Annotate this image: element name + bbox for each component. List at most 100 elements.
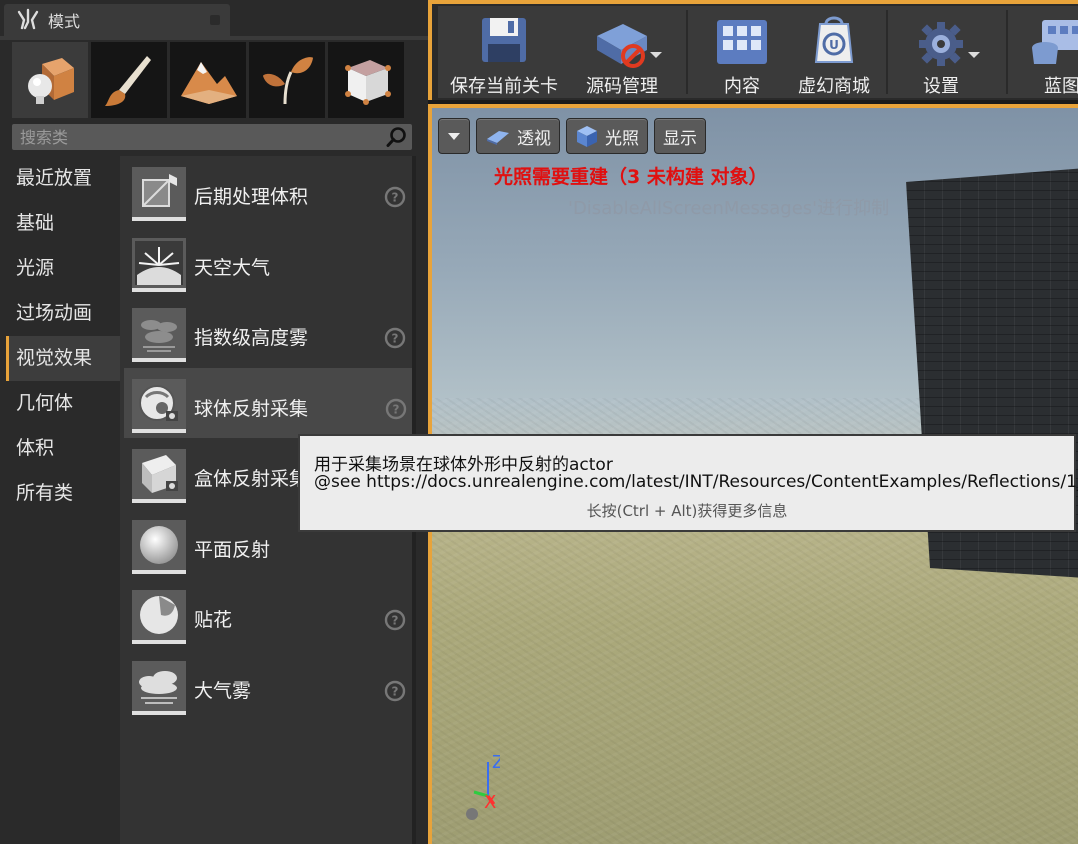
lighting-mode-button[interactable]: 光照: [566, 118, 648, 154]
modes-panel: 模式 搜索类 最近放置 基础 光源 过场动画 视觉效果 几何体 体积 所有类 后…: [0, 0, 428, 844]
list-item-decal[interactable]: 贴花 ?: [120, 579, 416, 650]
blueprints-button[interactable]: 蓝图: [1018, 6, 1078, 98]
close-tab-icon[interactable]: [210, 15, 220, 25]
axis-gizmo: Z X: [466, 752, 500, 820]
perspective-label: 透视: [517, 128, 551, 149]
axis-z-label: Z: [492, 752, 500, 773]
modes-tab-label: 模式: [48, 12, 81, 31]
help-icon[interactable]: ?: [384, 680, 406, 702]
paint-mode-button[interactable]: [91, 42, 167, 118]
content-button[interactable]: 内容: [700, 6, 784, 98]
settings-gear-icon: [919, 22, 963, 66]
list-item-exponential-height-fog[interactable]: 指数级高度雾 ?: [120, 297, 416, 368]
chevron-down-icon: [448, 132, 460, 140]
foliage-mode-button[interactable]: [249, 42, 325, 118]
category-lights[interactable]: 光源: [6, 246, 120, 291]
decal-icon: [132, 590, 186, 644]
perspective-button[interactable]: 透视: [476, 118, 560, 154]
help-icon[interactable]: ?: [385, 398, 407, 420]
mode-tools-bar: [12, 42, 408, 118]
marketplace-bag-icon: U: [814, 16, 854, 63]
landscape-mountain-icon: [181, 62, 237, 104]
svg-text:?: ?: [392, 614, 399, 628]
svg-text:?: ?: [392, 684, 399, 698]
toolbar-separator: [686, 10, 688, 94]
category-list: 最近放置 基础 光源 过场动画 视觉效果 几何体 体积 所有类: [6, 156, 120, 516]
list-item-sky-atmosphere[interactable]: 天空大气: [120, 227, 416, 298]
list-item-post-process-volume[interactable]: 后期处理体积 ?: [120, 156, 416, 227]
blueprints-gamepad-icon: [1032, 20, 1078, 64]
source-control-icon: [597, 24, 647, 68]
sphere-reflection-capture-icon: [132, 378, 186, 433]
search-icon[interactable]: [386, 126, 408, 148]
place-mode-button[interactable]: [12, 42, 88, 118]
save-label: 保存当前关卡: [450, 76, 558, 97]
planar-reflection-icon: [132, 519, 186, 574]
atmospheric-fog-icon: [132, 660, 186, 715]
height-fog-icon: [132, 308, 186, 362]
item-label: 后期处理体积: [194, 186, 309, 208]
source-control-label: 源码管理: [586, 76, 658, 97]
show-flags-button[interactable]: 显示: [654, 118, 706, 154]
item-label: 指数级高度雾: [194, 327, 309, 349]
viewport-toolbar: 透视 光照 显示: [438, 118, 706, 154]
item-label: 贴花: [194, 609, 233, 631]
svg-text:U: U: [829, 38, 839, 52]
axis-x-label: X: [484, 792, 496, 813]
lit-cube-icon: [577, 126, 597, 147]
place-mode-icon: [28, 58, 74, 104]
svg-text:?: ?: [393, 402, 400, 416]
item-tooltip: 用于采集场景在球体外形中反射的actor @see https://docs.u…: [298, 434, 1078, 532]
viewport-options-button[interactable]: [438, 118, 470, 154]
toolbar-separator: [886, 10, 888, 94]
landscape-mode-button[interactable]: [170, 42, 246, 118]
tab-strip-divider: [0, 36, 428, 40]
sky-atmosphere-icon: [132, 237, 186, 292]
help-icon[interactable]: ?: [384, 609, 406, 631]
item-label: 平面反射: [194, 538, 271, 561]
item-label: 大气雾: [194, 679, 252, 702]
category-geometry[interactable]: 几何体: [6, 381, 120, 426]
settings-label: 设置: [923, 76, 959, 97]
save-current-level-button[interactable]: 保存当前关卡: [442, 6, 566, 98]
help-icon[interactable]: ?: [384, 327, 406, 349]
search-classes-box: [12, 124, 412, 150]
geometry-mode-button[interactable]: [328, 42, 404, 118]
list-item-sphere-reflection-capture[interactable]: 球体反射采集 ?: [124, 367, 413, 438]
unreal-editor-window: 模式 搜索类 最近放置 基础 光源 过场动画 视觉效果 几何体 体积 所有类 后…: [0, 0, 1078, 844]
suppress-messages-hint: 'DisableAllScreenMessages'进行抑制: [568, 198, 890, 219]
search-input[interactable]: [12, 124, 382, 150]
svg-text:?: ?: [392, 191, 399, 205]
save-floppy-icon: [482, 18, 526, 62]
chevron-down-icon[interactable]: [650, 52, 662, 58]
content-browser-icon: [717, 20, 767, 64]
tooltip-more-info-hint: 长按(Ctrl + Alt)获得更多信息: [586, 502, 788, 520]
toolbar-body: 保存当前关卡 源码管理 内容 U 虚幻商城 设置 蓝图: [438, 6, 1078, 98]
category-volumes[interactable]: 体积: [6, 426, 120, 471]
item-label: 盒体反射采集: [194, 468, 309, 490]
main-toolbar: 保存当前关卡 源码管理 内容 U 虚幻商城 设置 蓝图: [428, 0, 1078, 100]
box-reflection-capture-icon: [132, 449, 186, 503]
modes-tab[interactable]: 模式: [4, 4, 230, 36]
category-all-classes[interactable]: 所有类: [6, 471, 120, 516]
marketplace-button[interactable]: U 虚幻商城: [784, 6, 884, 98]
paint-brush-icon: [105, 56, 151, 106]
blueprints-label: 蓝图: [1044, 76, 1078, 97]
content-label: 内容: [724, 76, 760, 97]
toolbar-separator: [1006, 10, 1008, 94]
geometry-edit-icon: [345, 60, 391, 105]
show-label: 显示: [663, 128, 697, 149]
category-basic[interactable]: 基础: [6, 201, 120, 246]
post-process-volume-icon: [132, 167, 186, 221]
category-cinematic[interactable]: 过场动画: [6, 291, 120, 336]
marketplace-label: 虚幻商城: [798, 76, 870, 97]
item-label: 球体反射采集: [194, 397, 309, 420]
category-recently-placed[interactable]: 最近放置: [6, 156, 120, 201]
help-icon[interactable]: ?: [384, 186, 406, 208]
perspective-icon: [487, 131, 509, 145]
lighting-label: 光照: [605, 128, 639, 149]
foliage-leaf-icon: [263, 57, 313, 105]
list-item-atmospheric-fog[interactable]: 大气雾 ?: [120, 650, 416, 721]
category-visual-effects[interactable]: 视觉效果: [6, 336, 120, 381]
chevron-down-icon[interactable]: [968, 52, 980, 58]
